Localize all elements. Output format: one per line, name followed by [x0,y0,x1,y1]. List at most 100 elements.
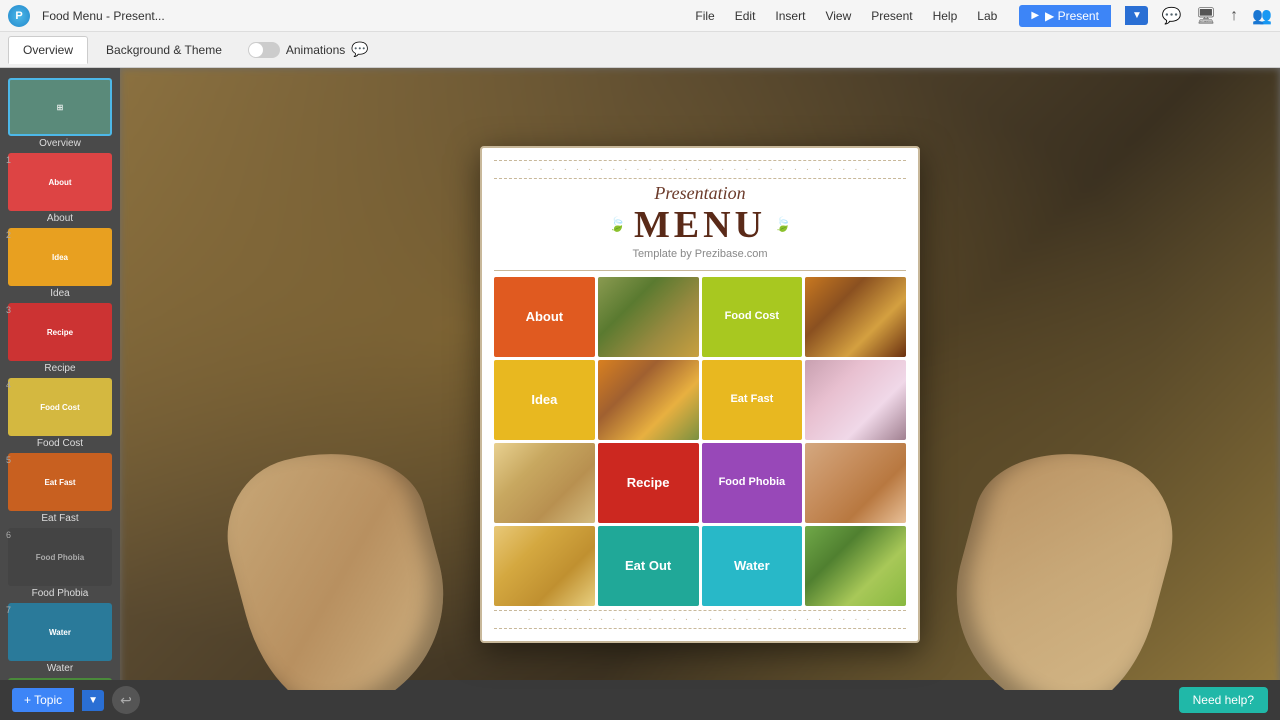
grid-eatout[interactable]: Eat Out [598,526,699,606]
thumb-preview-water: Water [8,603,112,661]
main-layout: ⊞ Overview 1 About About 2 Idea Idea 3 R… [0,68,1280,720]
secondary-toolbar: Overview Background & Theme Animations 💬 [0,32,1280,68]
menu-file[interactable]: File [685,5,724,27]
grid-foodcost[interactable]: Food Cost [702,277,803,357]
slide-num-2: 2 [6,230,11,240]
card-border-top: · · · · · · · · · · · · · · · · · · · · … [494,160,906,179]
grid-photo-cake [805,443,906,523]
slide-thumb-2[interactable]: 2 Idea Idea [8,228,112,299]
grid-photo-salad [598,277,699,357]
slide-thumb-1[interactable]: 1 About About [8,153,112,224]
present-button[interactable]: ▶ ▶ Present [1019,5,1111,27]
menu-present[interactable]: Present [861,5,922,27]
titlebar: P Food Menu - Present... File Edit Inser… [0,0,1280,32]
slide-thumb-4[interactable]: 4 Food Cost Food Cost [8,378,112,449]
menu-help[interactable]: Help [923,5,968,27]
grid-about[interactable]: About [494,277,595,357]
grid-idea-label: Idea [531,392,557,408]
slide-thumb-5[interactable]: 5 Eat Fast Eat Fast [8,453,112,524]
topbar-right: ▶ ▶ Present ▼ 💬 🖥 ↑ 👥 [1019,5,1272,27]
template-credit: Template by Prezibase.com [494,248,906,260]
grid-photo-eggsalad [805,526,906,606]
thumb-label-5: Eat Fast [8,513,112,524]
grid-photo-fish [494,443,595,523]
grid-idea[interactable]: Idea [494,360,595,440]
menu-insert[interactable]: Insert [765,5,815,27]
menu-decoration: 🍃 MENU 🍃 [494,206,906,244]
thumb-preview-idea: Idea [8,228,112,286]
add-topic-button[interactable]: + Topic [12,688,74,712]
slide-num-7: 7 [6,605,11,615]
deco-left: 🍃 [609,216,626,233]
menu-main-title: MENU [634,206,766,244]
thumb-label-1: About [8,213,112,224]
grid-recipe-label: Recipe [627,475,670,491]
grid-foodphobia[interactable]: Food Phobia [702,443,803,523]
menu-bar: File Edit Insert View Present Help Lab [685,5,1007,27]
grid-recipe[interactable]: Recipe [598,443,699,523]
menu-grid: About Food Cost Idea Eat Fast [494,277,906,606]
slide-num-1: 1 [6,155,11,165]
tab-overview[interactable]: Overview [8,36,88,64]
add-topic-dropdown[interactable]: ▼ [82,690,104,711]
slide-thumb-3[interactable]: 3 Recipe Recipe [8,303,112,374]
grid-foodphobia-label: Food Phobia [719,476,786,489]
thumb-preview-foodphobia: Food Phobia [8,528,112,586]
bottombar: + Topic ▼ ↩ Need help? [0,680,1280,720]
app-logo: P [8,5,30,27]
share-icon[interactable]: ↑ [1230,7,1238,25]
thumb-label-overview: Overview [8,138,112,149]
present-btn-label: ▶ Present [1045,9,1099,23]
slide-num-6: 6 [6,530,11,540]
thumb-label-4: Food Cost [8,438,112,449]
toggle-knob [249,43,263,57]
present-dropdown-arrow[interactable]: ▼ [1125,6,1148,25]
grid-foodcost-label: Food Cost [725,310,779,323]
grid-photo-veggies [598,360,699,440]
grid-photo-croissant [494,526,595,606]
thumb-label-2: Idea [8,288,112,299]
menu-header: Presentation 🍃 MENU 🍃 Template by Prezib… [494,183,906,260]
tab-background-theme[interactable]: Background & Theme [92,37,236,63]
menu-view[interactable]: View [815,5,861,27]
app-title: Food Menu - Present... [42,9,673,23]
grid-water-label: Water [734,558,770,574]
grid-about-label: About [526,309,564,325]
grid-eatfast[interactable]: Eat Fast [702,360,803,440]
thumb-preview-about: About [8,153,112,211]
deco-right: 🍃 [774,216,791,233]
grid-water[interactable]: Water [702,526,803,606]
grid-photo-plate [805,360,906,440]
slide-num-5: 5 [6,455,11,465]
animations-toggle[interactable] [248,42,280,58]
grid-photo-burger [805,277,906,357]
help-button[interactable]: Need help? [1179,687,1268,713]
menu-card[interactable]: · · · · · · · · · · · · · · · · · · · · … [480,146,920,643]
slide-panel: ⊞ Overview 1 About About 2 Idea Idea 3 R… [0,68,120,720]
animations-toggle-group: Animations 💬 [248,41,369,58]
slide-thumb-7[interactable]: 7 Water Water [8,603,112,674]
thumb-preview-eatfast: Eat Fast [8,453,112,511]
animations-label: Animations [286,43,345,57]
thumb-preview-foodcost: Food Cost [8,378,112,436]
slide-num-4: 4 [6,380,11,390]
grid-eatout-label: Eat Out [625,558,671,574]
menu-lab[interactable]: Lab [967,5,1007,27]
menu-script-title: Presentation [494,183,906,204]
thumb-preview-overview: ⊞ [8,78,112,136]
thumb-label-3: Recipe [8,363,112,374]
slide-num-3: 3 [6,305,11,315]
thumb-label-7: Water [8,663,112,674]
back-button[interactable]: ↩ [112,686,140,714]
menu-edit[interactable]: Edit [725,5,766,27]
card-border-bottom: · · · · · · · · · · · · · · · · · · · · … [494,610,906,629]
grid-eatfast-label: Eat Fast [730,393,773,406]
comments-icon[interactable]: 💬 [1162,6,1182,26]
present-screen-icon[interactable]: 🖥 [1196,6,1216,26]
slide-thumb-6[interactable]: 6 Food Phobia Food Phobia [8,528,112,599]
users-icon[interactable]: 👥 [1252,6,1272,26]
menu-divider [494,270,906,271]
thumb-preview-recipe: Recipe [8,303,112,361]
thumb-label-6: Food Phobia [8,588,112,599]
slide-thumb-overview[interactable]: ⊞ Overview [8,78,112,149]
